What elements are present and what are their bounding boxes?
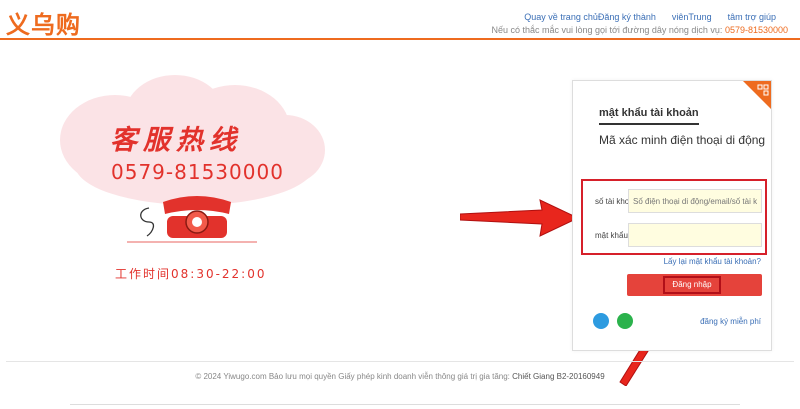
working-hours: 工作时间08:30-22:00 — [115, 267, 267, 281]
login-card: mật khẩu tài khoản Mã xác minh điện thoạ… — [572, 80, 772, 351]
account-input[interactable] — [628, 189, 762, 213]
bottom-divider — [70, 404, 740, 405]
register-member-link[interactable]: Đăng ký thành — [598, 12, 656, 22]
tab-password-login[interactable]: mật khẩu tài khoản — [599, 107, 699, 125]
helpline-text: Nếu có thắc mắc vui lòng gọi tới đường d… — [491, 25, 723, 35]
credentials-highlight: số tài khoản mật khẩu — [581, 179, 767, 255]
home-link[interactable]: Quay về trang chủ — [524, 12, 598, 22]
footer-divider — [6, 361, 794, 362]
password-row: mật khẩu — [583, 223, 765, 249]
helpline-notice: Nếu có thắc mắc vui lòng gọi tới đường d… — [491, 25, 788, 35]
site-footer: © 2024 Yiwugo.com Bảo lưu mọi quyền Giấy… — [0, 372, 800, 381]
help-center-link[interactable]: tâm trợ giúp — [728, 12, 776, 22]
footer-license[interactable]: Chiết Giang B2-20160949 — [512, 372, 605, 381]
login-button[interactable]: Đăng nhập — [627, 274, 762, 296]
arrow-to-form-icon — [460, 199, 580, 237]
member-center-link[interactable]: viênTrung — [672, 12, 712, 22]
password-input[interactable] — [628, 223, 762, 247]
hotline-promo: 客服热线 0579-81530000 工作时间08:30-22:00 — [55, 70, 325, 300]
hotline-title: 客服热线 — [110, 125, 242, 156]
account-row: số tài khoản — [583, 189, 765, 215]
footer-copyright: © 2024 Yiwugo.com Bảo lưu mọi quyền Giấy… — [195, 372, 510, 381]
tab-sms-login[interactable]: Mã xác minh điện thoại di động — [599, 129, 769, 151]
login-button-label: Đăng nhập — [663, 276, 721, 294]
helpline-phone: 0579-81530000 — [724, 25, 788, 35]
free-register-link[interactable]: đăng ký miễn phí — [700, 317, 761, 326]
site-logo[interactable]: 义乌购 — [6, 5, 81, 40]
hotline-phone: 0579-81530000 — [111, 160, 284, 184]
qr-code-icon[interactable] — [743, 81, 771, 109]
forgot-password-link[interactable]: Lấy lại mật khẩu tài khoản? — [664, 257, 761, 266]
site-header: 义乌购 Quay về trang chủĐăng ký thành viênTr… — [0, 0, 800, 40]
telephone-icon — [127, 196, 257, 243]
wechat-login-icon[interactable] — [617, 313, 633, 329]
top-nav: Quay về trang chủĐăng ký thành viênTrung t… — [524, 12, 776, 22]
qq-login-icon[interactable] — [593, 313, 609, 329]
